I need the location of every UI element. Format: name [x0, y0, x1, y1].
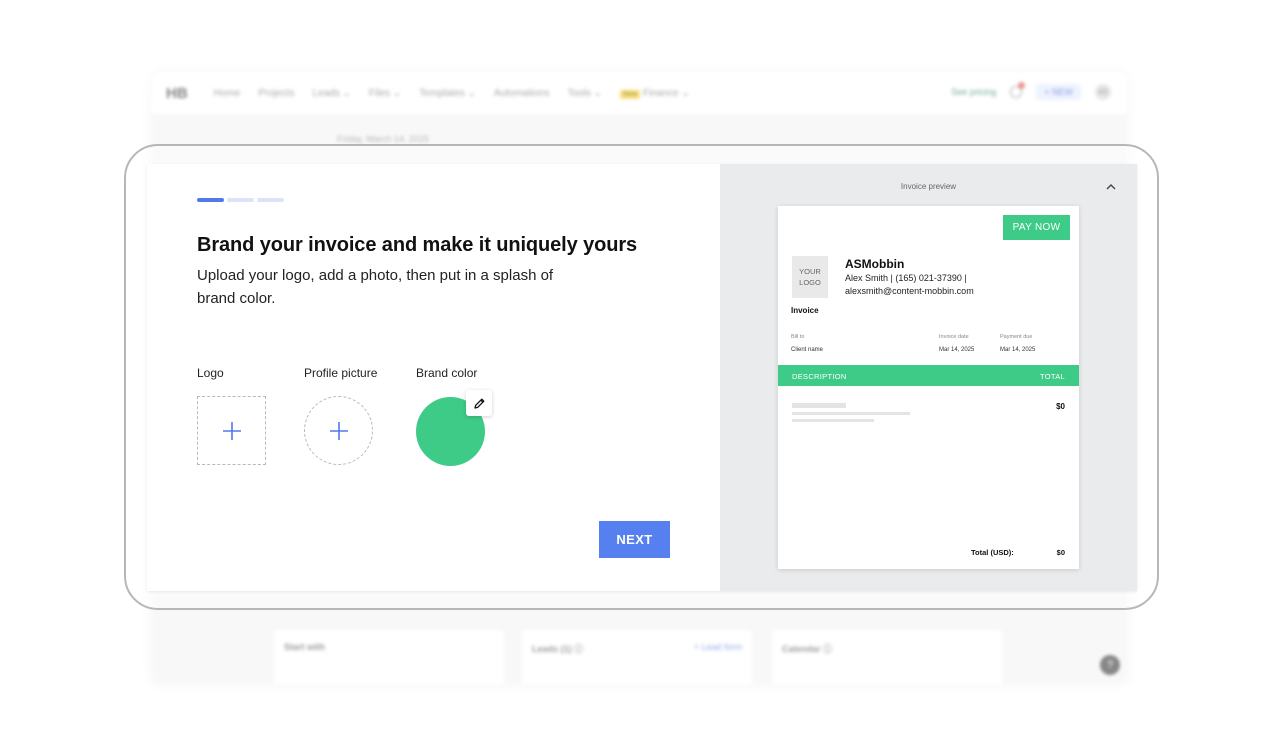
see-pricing-link: See pricing — [951, 87, 997, 97]
contact-line-2: alexsmith@content-mobbin.com — [845, 286, 974, 296]
nav-templates: Templates ⌄ — [419, 87, 476, 99]
invoice-doc-label: Invoice — [791, 306, 819, 315]
invoice-preview-panel: Invoice preview PAY NOW YOUR LOGO ASMobb… — [720, 164, 1137, 591]
nav-files: Files ⌄ — [368, 87, 402, 99]
invoice-date-label: Invoice date — [939, 334, 969, 340]
description-header: DESCRIPTION — [792, 372, 847, 381]
nav-projects: Projects — [258, 87, 295, 99]
page-title: Brand your invoice and make it uniquely … — [197, 234, 638, 256]
total-header: TOTAL — [1040, 372, 1065, 381]
profile-picture-label: Profile picture — [304, 366, 378, 380]
invoice-company-name: ASMobbin — [845, 257, 905, 271]
navbar-right: See pricing + NEW AS — [951, 82, 1111, 100]
onboarding-modal: Brand your invoice and make it uniquely … — [147, 164, 1137, 591]
invoice-logo-placeholder: YOUR LOGO — [792, 256, 828, 298]
progress-step-3 — [257, 198, 284, 202]
profile-picture-upload-button[interactable] — [304, 396, 373, 465]
nav-leads: Leads ⌄ — [312, 87, 351, 99]
avatar: AS — [1095, 84, 1111, 100]
line-item-placeholder — [792, 412, 910, 415]
invoice-preview: PAY NOW YOUR LOGO ASMobbin Alex Smith | … — [778, 206, 1079, 569]
start-with-card: Start with — [274, 630, 504, 684]
progress-step-1 — [197, 198, 224, 202]
bell-icon — [1010, 82, 1026, 98]
invoice-date-value: Mar 14, 2025 — [939, 347, 975, 353]
card-title: Calendar ⓘ — [782, 644, 833, 654]
brand-color-label: Brand color — [416, 366, 478, 380]
invoice-contact: Alex Smith | (165) 021-37390 | alexsmith… — [845, 272, 1005, 298]
logo-placeholder-text: YOUR LOGO — [799, 267, 821, 287]
invoice-preview-label: Invoice preview — [900, 182, 957, 191]
logo-label: Logo — [197, 366, 224, 380]
contact-line-1: Alex Smith | (165) 021-37390 | — [845, 273, 967, 283]
bill-to-label: Bill to — [791, 334, 805, 340]
total-label: Total (USD): — [971, 548, 1014, 557]
calendar-card: Calendar ⓘ — [772, 630, 1002, 684]
total-amount: $0 — [1056, 548, 1065, 557]
card-title: Leads (1) ⓘ — [532, 644, 584, 654]
nav-finance: New Finance ⌄ — [620, 88, 690, 99]
help-icon: ? — [1100, 655, 1120, 675]
progress-indicator — [197, 198, 284, 202]
line-item-placeholder — [792, 403, 846, 408]
new-badge: New — [620, 89, 641, 99]
nav-automations: Automations — [493, 87, 550, 99]
pay-now-button: PAY NOW — [1003, 215, 1070, 240]
nav-tools: Tools ⌄ — [567, 87, 603, 99]
background-navbar: HB Home Projects Leads ⌄ Files ⌄ Templat… — [152, 72, 1127, 114]
card-title: Start with — [284, 642, 326, 652]
leads-card: Leads (1) ⓘ + Lead form — [522, 630, 752, 684]
progress-step-2 — [227, 198, 254, 202]
app-logo: HB — [166, 84, 188, 102]
payment-due-label: Payment due — [1000, 334, 1033, 340]
nav-home: Home — [213, 87, 241, 99]
line-item-amount: $0 — [1056, 402, 1065, 411]
new-button: + NEW — [1036, 84, 1081, 100]
background-date: Friday, March 14, 2025 — [337, 134, 429, 144]
line-item-placeholder — [792, 419, 874, 422]
plus-icon — [329, 421, 348, 440]
lead-form-link: + Lead form — [693, 642, 742, 652]
payment-due-value: Mar 14, 2025 — [1000, 347, 1036, 353]
plus-icon — [222, 421, 241, 440]
nav-finance-label: Finance ⌄ — [643, 87, 690, 99]
next-button[interactable]: NEXT — [599, 521, 670, 558]
branding-panel: Brand your invoice and make it uniquely … — [147, 164, 720, 591]
bill-to-value: Client name — [791, 347, 824, 353]
logo-upload-button[interactable] — [197, 396, 266, 465]
pencil-icon — [473, 398, 484, 409]
edit-brand-color-button[interactable] — [466, 390, 492, 416]
chevron-up-icon[interactable] — [1105, 182, 1117, 192]
page-subtitle: Upload your logo, add a photo, then put … — [197, 267, 554, 307]
invoice-table-header: DESCRIPTION TOTAL — [778, 365, 1079, 386]
